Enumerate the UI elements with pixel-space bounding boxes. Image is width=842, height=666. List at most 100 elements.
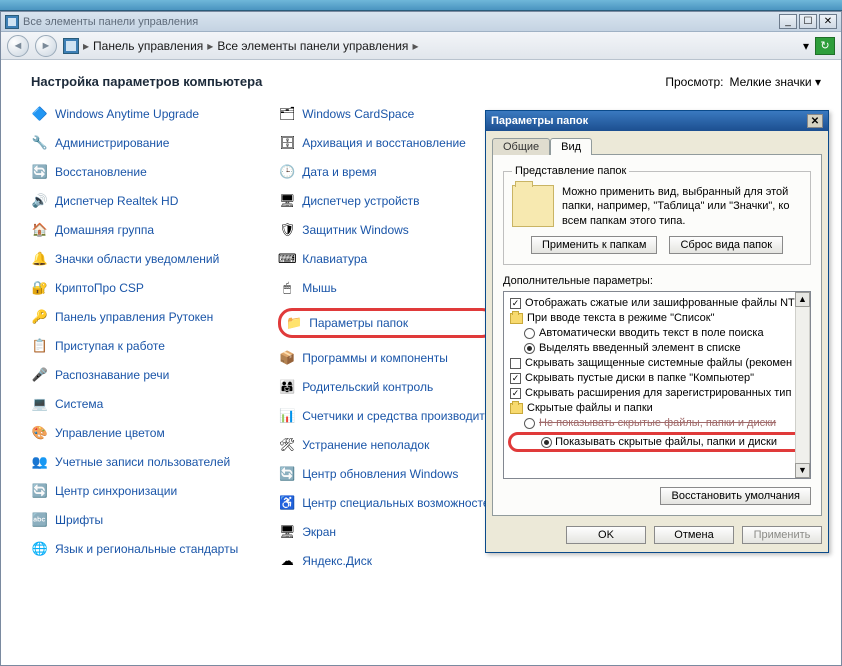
- breadcrumb-sep: ▸: [207, 39, 213, 53]
- cp-item-label: Windows Anytime Upgrade: [55, 107, 199, 121]
- cp-item[interactable]: 🔄Центр синхронизации: [31, 482, 238, 500]
- scroll-down-button[interactable]: ▼: [795, 463, 810, 478]
- cp-item[interactable]: 🔤Шрифты: [31, 511, 238, 529]
- radio-icon[interactable]: [524, 328, 535, 339]
- cp-item[interactable]: 📁Параметры папок: [278, 308, 496, 338]
- checkbox-icon[interactable]: ✓: [510, 298, 521, 309]
- cp-item-icon: 🗄: [278, 134, 296, 152]
- cp-item-label: Дата и время: [302, 165, 376, 179]
- dialog-footer: OK Отмена Применить: [486, 522, 828, 552]
- cp-item[interactable]: 📋Приступая к работе: [31, 337, 238, 355]
- scrollbar-track[interactable]: [795, 307, 810, 463]
- breadcrumb-dropdown-icon[interactable]: ▸: [412, 39, 418, 53]
- cp-item[interactable]: 💻Система: [31, 395, 238, 413]
- cp-item[interactable]: 📊Счетчики и средства производите: [278, 407, 496, 425]
- cp-item-icon: 🖥: [278, 192, 296, 210]
- cp-item[interactable]: 🔧Администрирование: [31, 134, 238, 152]
- cp-item[interactable]: 🔔Значки области уведомлений: [31, 250, 238, 268]
- cp-item[interactable]: 👥Учетные записи пользователей: [31, 453, 238, 471]
- cp-item-icon: ⌨: [278, 250, 296, 268]
- cp-item[interactable]: 🖱Мышь: [278, 279, 496, 297]
- tree-row[interactable]: Выделять введенный элемент в списке: [506, 341, 808, 356]
- cp-item[interactable]: 🗂Windows CardSpace: [278, 105, 496, 123]
- cp-item-icon: 🛡: [278, 221, 296, 239]
- cp-item-label: Приступая к работе: [55, 339, 165, 353]
- tree-row[interactable]: ✓Отображать сжатые или зашифрованные фай…: [506, 296, 808, 311]
- forward-button[interactable]: ►: [35, 35, 57, 57]
- cp-item[interactable]: ♿Центр специальных возможностей: [278, 494, 496, 512]
- advanced-settings-tree[interactable]: ▲ ▼ ✓Отображать сжатые или зашифрованные…: [503, 291, 811, 479]
- cp-item[interactable]: 🔑Панель управления Рутокен: [31, 308, 238, 326]
- cp-item[interactable]: 🎤Распознавание речи: [31, 366, 238, 384]
- folder-options-dialog: Параметры папок ✕ Общие Вид Представлени…: [485, 110, 829, 553]
- cp-item[interactable]: 🎨Управление цветом: [31, 424, 238, 442]
- tab-general[interactable]: Общие: [492, 138, 550, 155]
- radio-icon[interactable]: [524, 343, 535, 354]
- tree-row[interactable]: Автоматически вводить текст в поле поиск…: [506, 326, 808, 341]
- tree-row[interactable]: ✓Скрывать расширения для зарегистрирован…: [506, 386, 808, 401]
- cp-item[interactable]: 🏠Домашняя группа: [31, 221, 238, 239]
- cp-item[interactable]: 🔷Windows Anytime Upgrade: [31, 105, 238, 123]
- cp-item[interactable]: 🌐Язык и региональные стандарты: [31, 540, 238, 558]
- cp-item-icon: 📦: [278, 349, 296, 367]
- cp-item-label: Распознавание речи: [55, 368, 169, 382]
- back-button[interactable]: ◄: [7, 35, 29, 57]
- breadcrumb-sep: ▸: [83, 39, 89, 53]
- radio-icon[interactable]: [541, 437, 552, 448]
- cp-item[interactable]: 🛡 Защитник Windows: [278, 221, 496, 239]
- tree-row[interactable]: Не показывать скрытые файлы, папки и дис…: [506, 416, 808, 431]
- maximize-button[interactable]: ☐: [799, 14, 817, 29]
- cp-item[interactable]: 🗄 Архивация и восстановление: [278, 134, 496, 152]
- apply-to-folders-button[interactable]: Применить к папкам: [531, 236, 658, 254]
- cp-item-label: Восстановление: [55, 165, 147, 179]
- radio-icon[interactable]: [524, 418, 535, 429]
- dialog-close-button[interactable]: ✕: [807, 114, 823, 128]
- highlighted-option[interactable]: Показывать скрытые файлы, папки и диски: [508, 432, 808, 452]
- cp-item[interactable]: 📦Программы и компоненты: [278, 349, 496, 367]
- restore-defaults-button[interactable]: Восстановить умолчания: [660, 487, 811, 505]
- cp-item-icon: 🔄: [31, 482, 49, 500]
- tree-row[interactable]: При вводе текста в режиме "Список": [506, 311, 808, 326]
- tree-row[interactable]: Скрывать защищенные системные файлы (рек…: [506, 356, 808, 371]
- cp-item-label: Экран: [302, 525, 336, 539]
- cancel-button[interactable]: Отмена: [654, 526, 734, 544]
- address-dropdown-icon[interactable]: ▾: [803, 39, 809, 53]
- tree-row[interactable]: ✓Скрывать пустые диски в папке "Компьюте…: [506, 371, 808, 386]
- cp-item-icon: 💻: [31, 395, 49, 413]
- cp-item[interactable]: 👨‍👩‍👧Родительский контроль: [278, 378, 496, 396]
- cp-item[interactable]: 🕒Дата и время: [278, 163, 496, 181]
- tree-row[interactable]: Скрытые файлы и папки: [506, 401, 808, 416]
- cp-item-icon: 🔤: [31, 511, 49, 529]
- cp-item[interactable]: 🖥Диспетчер устройств: [278, 192, 496, 210]
- breadcrumb-root[interactable]: Панель управления: [93, 39, 203, 53]
- view-mode-select[interactable]: Мелкие значки ▾: [730, 75, 822, 89]
- cp-item-label: Архивация и восстановление: [302, 136, 466, 150]
- cp-item-label: КриптоПро CSP: [55, 281, 144, 295]
- cp-item[interactable]: 🔄Центр обновления Windows: [278, 465, 496, 483]
- tab-view[interactable]: Вид: [550, 138, 592, 155]
- scroll-up-button[interactable]: ▲: [795, 292, 810, 307]
- minimize-button[interactable]: _: [779, 14, 797, 29]
- cp-item[interactable]: 🛠Устранение неполадок: [278, 436, 496, 454]
- cp-item-icon: 🏠: [31, 221, 49, 239]
- cp-item[interactable]: 🔐КриптоПро CSP: [31, 279, 238, 297]
- folder-icon: [510, 403, 523, 414]
- ok-button[interactable]: OK: [566, 526, 646, 544]
- cp-item[interactable]: 🔄Восстановление: [31, 163, 238, 181]
- cp-item[interactable]: 🔊Диспетчер Realtek HD: [31, 192, 238, 210]
- checkbox-icon[interactable]: ✓: [510, 373, 521, 384]
- checkbox-icon[interactable]: ✓: [510, 388, 521, 399]
- cp-item-label: Защитник Windows: [302, 223, 409, 237]
- cp-item[interactable]: 🖥Экран: [278, 523, 496, 541]
- apply-button[interactable]: Применить: [742, 526, 822, 544]
- refresh-button[interactable]: ↻: [815, 37, 835, 55]
- cp-item[interactable]: ⌨Клавиатура: [278, 250, 496, 268]
- cp-item-icon: 🛠: [278, 436, 296, 454]
- group-description: Можно применить вид, выбранный для этой …: [562, 185, 802, 228]
- breadcrumb-current[interactable]: Все элементы панели управления: [217, 39, 408, 53]
- cp-item-icon: 📊: [278, 407, 296, 425]
- close-button[interactable]: ✕: [819, 14, 837, 29]
- reset-folders-button[interactable]: Сброс вида папок: [669, 236, 783, 254]
- cp-item[interactable]: ☁Яндекс.Диск: [278, 552, 496, 570]
- checkbox-icon[interactable]: [510, 358, 521, 369]
